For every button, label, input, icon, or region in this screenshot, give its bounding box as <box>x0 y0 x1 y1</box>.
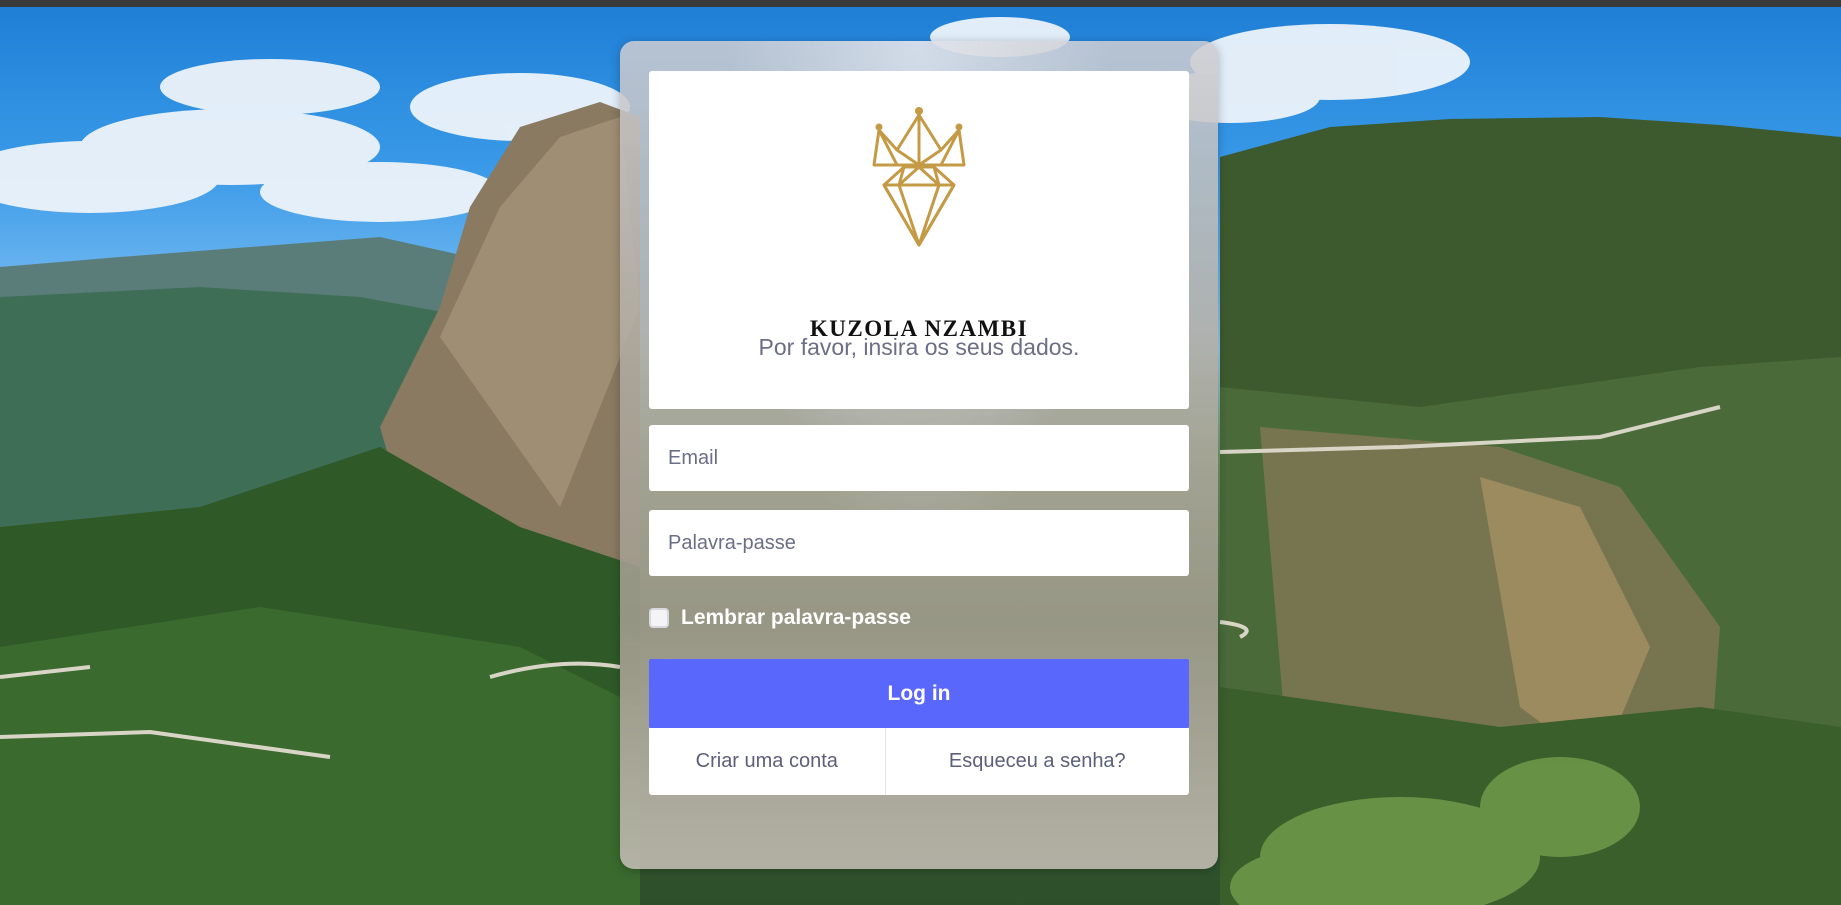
forgot-password-link[interactable]: Esqueceu a senha? <box>886 728 1189 795</box>
create-account-link[interactable]: Criar uma conta <box>649 728 886 795</box>
login-subtitle: Por favor, insira os seus dados. <box>758 334 1080 360</box>
remember-password-row[interactable]: Lembrar palavra-passe <box>649 604 911 632</box>
login-button[interactable]: Log in <box>649 659 1189 728</box>
brand-card: KUZOLA NZAMBI Por favor, insira os seus … <box>649 71 1189 409</box>
password-field[interactable] <box>649 510 1189 576</box>
remember-password-label: Lembrar palavra-passe <box>681 606 911 629</box>
brand-logo: KUZOLA NZAMBI <box>649 71 1189 351</box>
window-top-bar <box>0 0 1841 7</box>
account-links-bar: Criar uma conta Esqueceu a senha? <box>649 728 1189 795</box>
remember-password-checkbox[interactable] <box>649 608 669 628</box>
crown-diamond-icon <box>872 107 966 247</box>
email-field[interactable] <box>649 425 1189 491</box>
